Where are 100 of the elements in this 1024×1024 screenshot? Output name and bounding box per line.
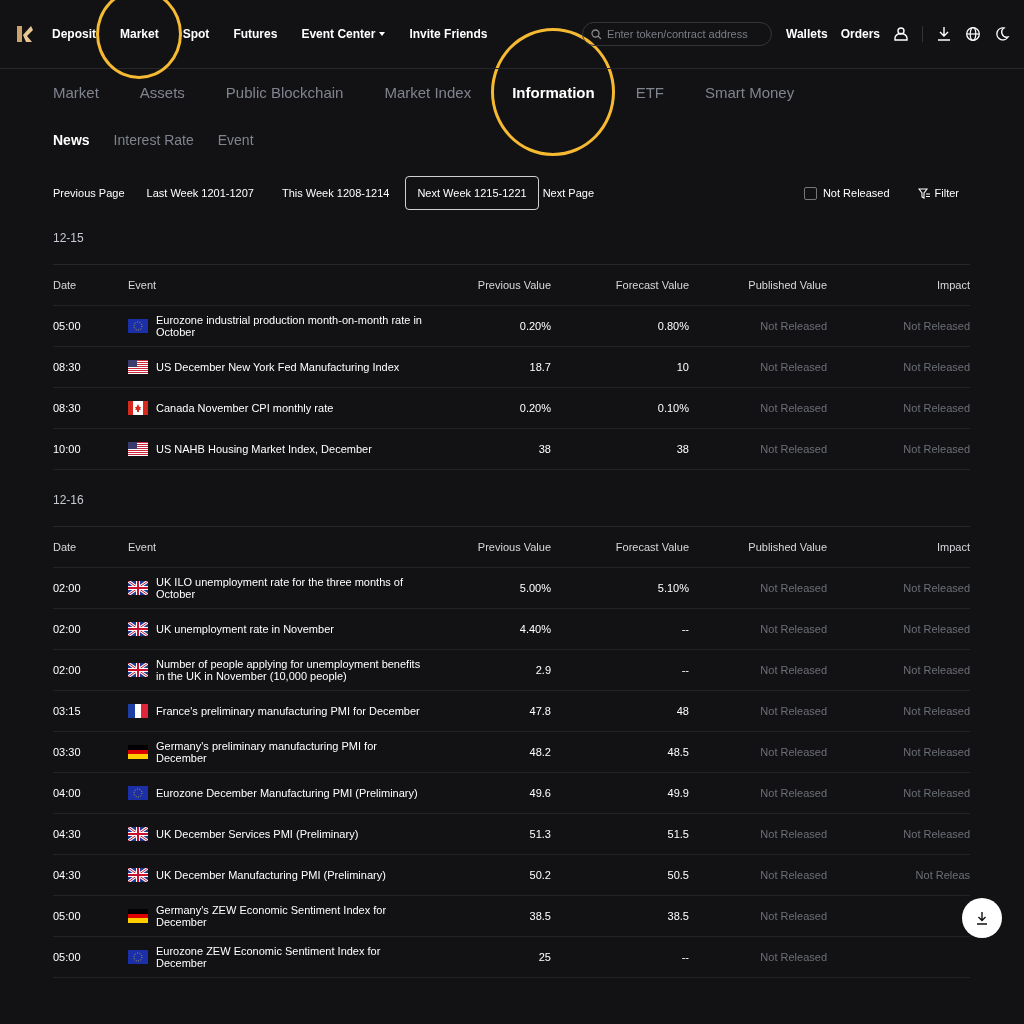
checkbox-label[interactable]: Not Released xyxy=(822,187,890,199)
impact-cell-text: Not Released xyxy=(902,582,970,594)
flag-icon xyxy=(128,319,148,333)
published-value-cell-text: Not Released xyxy=(759,705,827,717)
previous-value-cell-text: 49.6 xyxy=(528,787,551,799)
time-cell-text: 05:00 xyxy=(53,951,82,963)
impact-cell-text: Not Releas xyxy=(914,869,970,881)
download-button[interactable] xyxy=(962,898,1002,938)
column-header: Published Value xyxy=(747,541,827,553)
time-cell-text: 03:30 xyxy=(53,746,82,758)
logo-icon[interactable] xyxy=(15,24,35,44)
forecast-value-cell-text: 38 xyxy=(675,443,689,455)
previous-value-cell-text: 0.20% xyxy=(518,320,551,332)
column-header: Date xyxy=(53,279,78,291)
nav-link[interactable]: Deposit xyxy=(52,27,96,41)
moon-icon[interactable] xyxy=(994,26,1010,42)
impact-cell-text: Not Released xyxy=(902,746,970,758)
previous-value-cell-text: 47.8 xyxy=(528,705,551,717)
flag-icon xyxy=(128,622,148,636)
nav-link[interactable]: Market xyxy=(120,27,159,41)
event-cell: US NAHB Housing Market Index, December xyxy=(156,443,372,455)
checkbox[interactable] xyxy=(803,186,817,200)
time-cell-text: 02:00 xyxy=(53,582,82,594)
forecast-value-cell-text: 48.5 xyxy=(666,746,689,758)
globe-icon[interactable] xyxy=(965,26,981,42)
event-cell-text: Eurozone ZEW Economic Sentiment Index for December xyxy=(156,945,382,969)
time-cell-text: 02:00 xyxy=(53,664,82,676)
week-button[interactable]: This Week 1208-1214 xyxy=(270,176,402,210)
published-value-cell-text: Not Released xyxy=(759,402,827,414)
impact-cell-text: Not Released xyxy=(902,705,970,717)
tab[interactable]: Assets xyxy=(139,83,185,101)
flag-icon xyxy=(128,868,148,882)
published-value-cell-text: Not Released xyxy=(759,623,827,635)
event-cell-text: Germany's preliminary manufacturing PMI for December xyxy=(156,740,378,764)
published-value-cell-text: Not Released xyxy=(759,361,827,373)
nav-link[interactable]: Wallets xyxy=(786,27,828,41)
previous-value-cell-text: 0.20% xyxy=(518,402,551,414)
time-cell-text: 04:30 xyxy=(53,828,82,840)
published-value-cell-text: Not Released xyxy=(759,320,827,332)
forecast-value-cell-text: 38.5 xyxy=(666,910,689,922)
flag-icon xyxy=(128,909,148,923)
forecast-value-cell-text: 50.5 xyxy=(666,869,689,881)
time-cell-text: 05:00 xyxy=(53,910,82,922)
event-cell-text: Eurozone industrial production month-on-month rate in October xyxy=(156,314,423,338)
search-icon xyxy=(591,29,603,40)
tab[interactable]: Event xyxy=(217,132,254,148)
tab[interactable]: Market xyxy=(53,83,99,101)
event-cell-text: UK ILO unemployment rate for the three months of October xyxy=(156,576,404,600)
forecast-value-cell-text: -- xyxy=(680,951,689,963)
week-button[interactable]: Next Week 1215-1221 xyxy=(405,176,539,210)
impact-cell-text: Not Released xyxy=(902,443,970,455)
user-icon[interactable] xyxy=(893,26,909,42)
event-cell: Eurozone December Manufacturing PMI (Preliminary) xyxy=(156,787,418,799)
nav-link[interactable]: Spot xyxy=(182,27,210,41)
previous-value-cell-text: 48.2 xyxy=(528,746,551,758)
nav-link[interactable]: Futures xyxy=(233,27,278,41)
flag-icon xyxy=(128,442,148,456)
previous-value-cell-text: 25 xyxy=(537,951,551,963)
forecast-value-cell-text: 49.9 xyxy=(666,787,689,799)
column-header: Published Value xyxy=(747,279,827,291)
column-header: Forecast Value xyxy=(614,279,689,291)
published-value-cell-text: Not Released xyxy=(759,664,827,676)
published-value-cell-text: Not Released xyxy=(759,787,827,799)
search-field[interactable]: Enter token/contract address xyxy=(582,22,773,46)
tab[interactable]: Interest Rate xyxy=(113,132,194,148)
published-value-cell-text: Not Released xyxy=(759,443,827,455)
time-cell-text: 02:00 xyxy=(53,623,82,635)
tab[interactable]: Public Blockchain xyxy=(225,83,344,101)
nav-link[interactable]: Event Center xyxy=(301,27,386,41)
flag-icon xyxy=(128,360,148,374)
column-header: Impact xyxy=(936,541,970,553)
time-cell-text: 03:15 xyxy=(53,705,82,717)
tab[interactable]: News xyxy=(53,132,90,148)
previous-value-cell-text: 2.9 xyxy=(534,664,551,676)
published-value-cell-text: Not Released xyxy=(759,910,827,922)
column-header: Previous Value xyxy=(476,541,551,553)
column-header: Event xyxy=(128,279,158,291)
date-heading: 12-15 xyxy=(53,220,970,265)
previous-page-link[interactable]: Previous Page xyxy=(53,187,125,199)
week-button[interactable]: Last Week 1201-1207 xyxy=(134,176,266,210)
flag-icon xyxy=(128,950,148,964)
tab[interactable]: ETF xyxy=(635,83,664,101)
event-cell-text: Number of people applying for unemployment benefits in the UK in November (10,000 people) xyxy=(156,658,422,682)
flag-icon xyxy=(128,745,148,759)
nav-link[interactable]: Invite Friends xyxy=(409,27,488,41)
next-page-link[interactable]: Next Page xyxy=(542,187,595,199)
tab[interactable]: Information xyxy=(512,83,595,101)
impact-cell-text: Not Released xyxy=(902,828,970,840)
event-cell: Canada November CPI monthly rate xyxy=(156,402,334,414)
filter-button[interactable]: Filter xyxy=(917,187,959,199)
tab[interactable]: Market Index xyxy=(384,83,472,101)
flag-icon xyxy=(128,581,148,595)
nav-link[interactable]: Orders xyxy=(840,27,880,41)
forecast-value-cell-text: 0.80% xyxy=(656,320,689,332)
time-cell-text: 05:00 xyxy=(53,320,82,332)
download-icon[interactable] xyxy=(936,26,952,42)
previous-value-cell-text: 5.00% xyxy=(518,582,551,594)
tab[interactable]: Smart Money xyxy=(705,83,795,101)
forecast-value-cell-text: 51.5 xyxy=(666,828,689,840)
flag-icon xyxy=(128,401,148,415)
